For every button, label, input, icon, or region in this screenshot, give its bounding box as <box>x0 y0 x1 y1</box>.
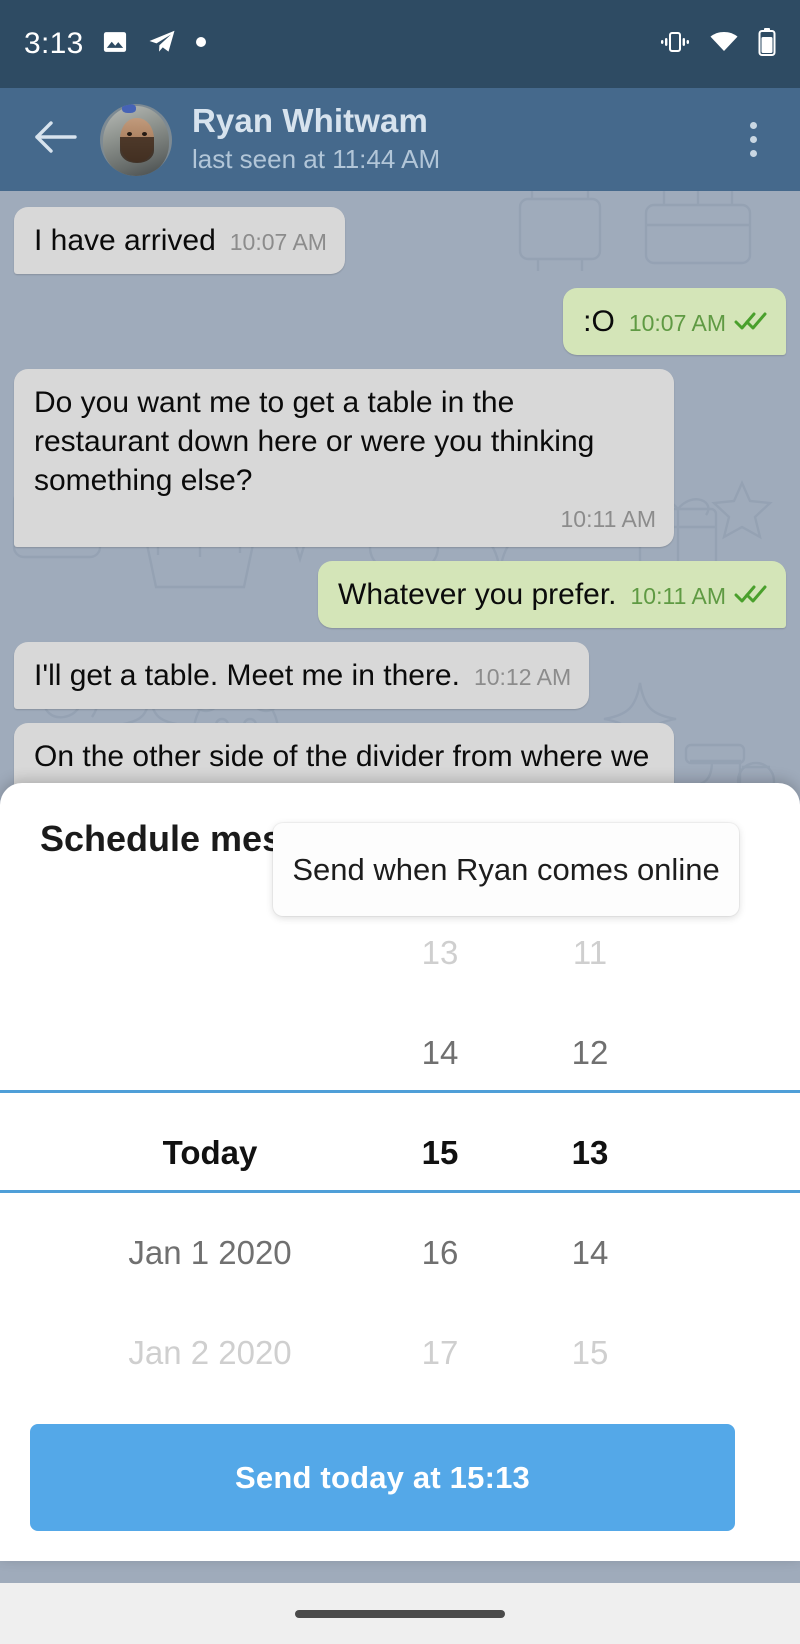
message-timestamp: 10:11 AM <box>631 583 726 610</box>
incoming-message-bubble[interactable]: I'll get a table. Meet me in there. 10:12… <box>14 642 589 709</box>
more-vertical-icon <box>750 122 757 129</box>
picker-item[interactable]: 13 <box>510 1103 670 1203</box>
picker-item[interactable]: 15 <box>510 1303 670 1403</box>
picker-item[interactable]: 17 <box>360 1303 520 1403</box>
message-text: Whatever you prefer. <box>338 578 616 611</box>
picker-item[interactable]: 11 <box>510 903 670 1003</box>
message-meta: 10:07 AM <box>230 229 327 256</box>
chat-header: Ryan Whitwam last seen at 11:44 AM <box>0 88 800 191</box>
message-row[interactable]: I have arrived 10:07 AM <box>0 207 800 274</box>
outgoing-message-bubble[interactable]: Whatever you prefer. 10:11 AM <box>318 561 786 628</box>
status-bar-right <box>660 28 776 61</box>
picker-item[interactable]: 14 <box>360 1003 520 1103</box>
contact-status: last seen at 11:44 AM <box>192 143 440 176</box>
message-row[interactable]: I'll get a table. Meet me in there. 10:12… <box>0 642 800 709</box>
incoming-message-bubble[interactable]: Do you want me to get a table in the res… <box>14 369 674 547</box>
outgoing-message-bubble[interactable]: :O 10:07 AM <box>563 288 786 355</box>
more-options-button[interactable] <box>726 110 780 170</box>
picker-item[interactable]: 14 <box>510 1203 670 1303</box>
message-row[interactable]: :O 10:07 AM <box>0 288 800 355</box>
date-time-picker[interactable]: TodayJan 1 2020Jan 2 2020 1314151617 111… <box>0 903 800 1403</box>
picker-selector-line-bottom <box>0 1190 800 1193</box>
battery-icon <box>758 28 776 61</box>
picker-item[interactable]: Jan 2 2020 <box>70 1303 350 1403</box>
home-gesture-pill[interactable] <box>295 1610 505 1618</box>
read-receipt-double-check-icon <box>734 583 768 610</box>
message-timestamp: 10:07 AM <box>230 229 327 256</box>
picker-item[interactable]: 13 <box>360 903 520 1003</box>
picker-column-date[interactable]: TodayJan 1 2020Jan 2 2020 <box>70 903 350 1403</box>
message-meta: 10:11 AM <box>561 506 656 533</box>
status-bar-left: 3:13 <box>24 27 207 62</box>
messages-container: I have arrived 10:07 AM :O 10:07 AM Do you w… <box>0 191 800 862</box>
telegram-icon <box>146 27 178 62</box>
vibrate-icon <box>660 30 690 59</box>
message-text: :O <box>583 305 615 338</box>
wifi-icon <box>709 30 739 59</box>
sheet-title: Schedule mes <box>40 818 282 860</box>
message-meta: 10:07 AM <box>629 310 768 337</box>
send-when-online-label: Send when Ryan comes online <box>292 852 719 888</box>
chat-header-text[interactable]: Ryan Whitwam last seen at 11:44 AM <box>192 103 440 175</box>
message-meta: 10:11 AM <box>631 583 768 610</box>
message-meta: 10:12 AM <box>474 664 571 691</box>
phone-screen: 3:13 <box>0 0 800 1644</box>
contact-name: Ryan Whitwam <box>192 103 440 140</box>
back-arrow-icon <box>33 120 77 159</box>
picker-item[interactable]: Today <box>70 1103 350 1203</box>
picker-column-hour[interactable]: 1314151617 <box>360 903 520 1403</box>
message-row[interactable]: Whatever you prefer. 10:11 AM <box>0 561 800 628</box>
message-row[interactable]: Do you want me to get a table in the res… <box>0 369 800 547</box>
message-text: Do you want me to get a table in the res… <box>34 383 656 500</box>
dot-icon <box>195 35 207 53</box>
back-button[interactable] <box>28 113 82 167</box>
message-timestamp: 10:07 AM <box>629 310 726 337</box>
picker-item[interactable]: 16 <box>360 1203 520 1303</box>
picker-item[interactable]: 12 <box>510 1003 670 1103</box>
picker-item[interactable]: Jan 1 2020 <box>70 1203 350 1303</box>
picker-selector-line-top <box>0 1090 800 1093</box>
send-when-online-popup[interactable]: Send when Ryan comes online <box>273 823 739 916</box>
send-scheduled-button[interactable]: Send today at 15:13 <box>30 1424 735 1531</box>
message-timestamp: 10:11 AM <box>561 506 656 533</box>
picker-column-minute[interactable]: 1112131415 <box>510 903 670 1403</box>
message-text: I have arrived <box>34 224 216 257</box>
message-timestamp: 10:12 AM <box>474 664 571 691</box>
read-receipt-double-check-icon <box>734 310 768 337</box>
system-nav-bar <box>0 1583 800 1644</box>
message-text: I'll get a table. Meet me in there. <box>34 659 460 692</box>
picker-item[interactable]: 15 <box>360 1103 520 1203</box>
image-icon <box>101 28 129 61</box>
avatar[interactable] <box>100 104 172 176</box>
incoming-message-bubble[interactable]: I have arrived 10:07 AM <box>14 207 345 274</box>
send-scheduled-label: Send today at 15:13 <box>235 1460 530 1496</box>
status-bar: 3:13 <box>0 0 800 88</box>
status-clock: 3:13 <box>24 27 84 61</box>
